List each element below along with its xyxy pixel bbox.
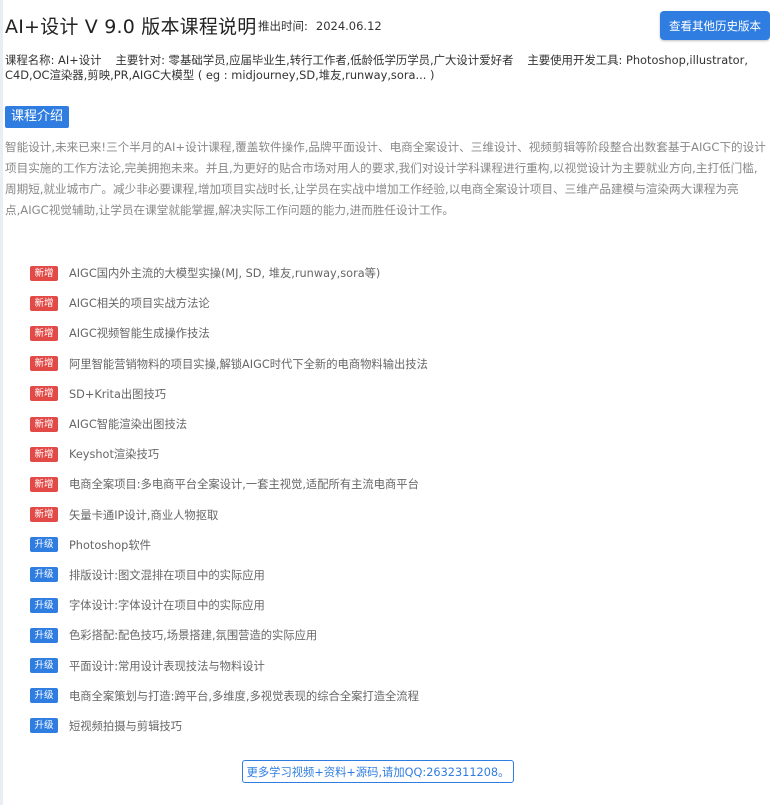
section-title-course-intro: 课程介绍 bbox=[5, 106, 70, 128]
feature-text: 电商全案项目:多电商平台全案设计,一套主视觉,适配所有主流电商平台 bbox=[69, 478, 419, 492]
audience-label: 主要针对: bbox=[115, 53, 165, 67]
feature-item: 升级 色彩搭配:配色技巧,场景搭建,氛围营造的实际应用 bbox=[30, 620, 765, 650]
feature-text: 矢量卡通IP设计,商业人物抠取 bbox=[69, 508, 219, 522]
upgrade-tag-badge: 升级 bbox=[30, 537, 58, 553]
feature-text: SD+Krita出图技巧 bbox=[69, 387, 167, 401]
new-tag-badge: 新增 bbox=[30, 446, 58, 462]
feature-item: 新增 Keyshot渲染技巧 bbox=[30, 439, 765, 469]
feature-item: 新增 矢量卡通IP设计,商业人物抠取 bbox=[30, 500, 765, 530]
feature-item: 升级 短视频拍摄与剪辑技巧 bbox=[30, 711, 765, 741]
feature-text: 字体设计:字体设计在项目中的实际应用 bbox=[69, 599, 265, 613]
left-edge-bar bbox=[0, 0, 3, 805]
feature-item: 新增 AIGC国内外主流的大模型实操(MJ, SD, 堆友,runway,sora… bbox=[30, 258, 765, 288]
feature-text: 排版设计:图文混排在项目中的实际应用 bbox=[69, 568, 265, 582]
upgrade-tag-badge: 升级 bbox=[30, 627, 58, 643]
upgrade-tag-badge: 升级 bbox=[30, 718, 58, 734]
upgrade-tag-badge: 升级 bbox=[30, 567, 58, 583]
feature-item: 新增 阿里智能营销物料的项目实操,解锁AIGC时代下全新的电商物料输出技法 bbox=[30, 349, 765, 379]
feature-item: 新增 AIGC相关的项目实战方法论 bbox=[30, 288, 765, 318]
audience-value: 零基础学员,应届毕业生,转行工作者,低龄低学历学员,广大设计爱好者 bbox=[168, 53, 514, 67]
upgrade-tag-badge: 升级 bbox=[30, 688, 58, 704]
feature-item: 升级 排版设计:图文混排在项目中的实际应用 bbox=[30, 560, 765, 590]
course-intro-text: 智能设计,未来已来!三个半月的AI+设计课程,覆盖软件操作,品牌平面设计、电商全… bbox=[5, 140, 766, 217]
course-name-label: 课程名称: bbox=[5, 53, 55, 67]
feature-item: 新增 AIGC视频智能生成操作技法 bbox=[30, 318, 765, 348]
page-title: AI+设计 V 9.0 版本课程说明 bbox=[5, 16, 257, 38]
feature-text: AIGC相关的项目实战方法论 bbox=[69, 297, 210, 311]
upgrade-tag-badge: 升级 bbox=[30, 658, 58, 674]
new-tag-badge: 新增 bbox=[30, 476, 58, 492]
feature-item: 新增 SD+Krita出图技巧 bbox=[30, 379, 765, 409]
feature-text: 电商全案策划与打造:跨平台,多维度,多视觉表现的综合全案打造全流程 bbox=[69, 689, 419, 703]
feature-list: 新增 AIGC国内外主流的大模型实操(MJ, SD, 堆友,runway,sora… bbox=[30, 258, 765, 741]
new-tag-badge: 新增 bbox=[30, 325, 58, 341]
page-header: AI+设计 V 9.0 版本课程说明 推出时间: 2024.06.12 查看其他历… bbox=[5, 10, 770, 46]
new-tag-badge: 新增 bbox=[30, 356, 58, 372]
feature-item: 升级 Photoshop软件 bbox=[30, 530, 765, 560]
feature-item: 新增 AIGC智能渲染出图技法 bbox=[30, 409, 765, 439]
feature-text: AIGC视频智能生成操作技法 bbox=[69, 327, 210, 341]
feature-item: 升级 电商全案策划与打造:跨平台,多维度,多视觉表现的综合全案打造全流程 bbox=[30, 681, 765, 711]
feature-text: Photoshop软件 bbox=[69, 538, 151, 552]
new-tag-badge: 新增 bbox=[30, 416, 58, 432]
history-versions-button[interactable]: 查看其他历史版本 bbox=[660, 11, 770, 40]
course-name: AI+设计 bbox=[58, 53, 102, 67]
new-tag-badge: 新增 bbox=[30, 386, 58, 402]
feature-text: 色彩搭配:配色技巧,场景搭建,氛围营造的实际应用 bbox=[69, 629, 318, 643]
feature-item: 升级 字体设计:字体设计在项目中的实际应用 bbox=[30, 590, 765, 620]
release-info: 推出时间: 2024.06.12 bbox=[258, 18, 382, 34]
new-tag-badge: 新增 bbox=[30, 295, 58, 311]
feature-text: Keyshot渲染技巧 bbox=[69, 448, 160, 462]
upgrade-tag-badge: 升级 bbox=[30, 597, 58, 613]
qq-contact-link[interactable]: 更多学习视频+资料+源码,请加QQ:2632311208。 bbox=[242, 760, 514, 783]
new-tag-badge: 新增 bbox=[30, 507, 58, 523]
feature-text: AIGC国内外主流的大模型实操(MJ, SD, 堆友,runway,sora等) bbox=[69, 267, 381, 281]
course-meta: 课程名称: AI+设计 主要针对: 零基础学员,应届毕业生,转行工作者,低龄低学历… bbox=[5, 53, 765, 83]
feature-item: 升级 平面设计:常用设计表现技法与物料设计 bbox=[30, 650, 765, 680]
feature-text: 短视频拍摄与剪辑技巧 bbox=[69, 719, 182, 733]
release-label: 推出时间: bbox=[258, 19, 308, 33]
feature-item: 新增 电商全案项目:多电商平台全案设计,一套主视觉,适配所有主流电商平台 bbox=[30, 469, 765, 499]
new-tag-badge: 新增 bbox=[30, 265, 58, 281]
tools-label: 主要使用开发工具: bbox=[527, 53, 623, 67]
release-date: 2024.06.12 bbox=[315, 19, 382, 33]
feature-text: AIGC智能渲染出图技法 bbox=[69, 418, 188, 432]
feature-text: 阿里智能营销物料的项目实操,解锁AIGC时代下全新的电商物料输出技法 bbox=[69, 357, 428, 371]
feature-text: 平面设计:常用设计表现技法与物料设计 bbox=[69, 659, 265, 673]
